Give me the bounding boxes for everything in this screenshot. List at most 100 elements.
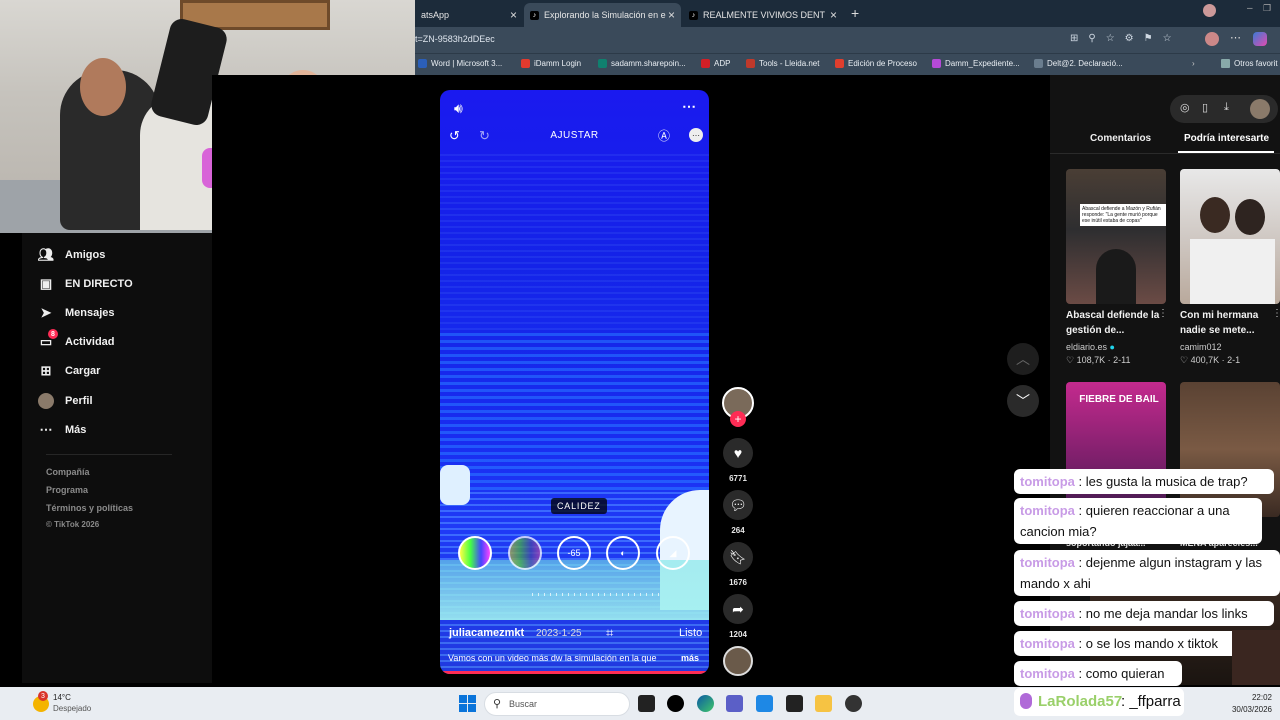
video-thumbnail[interactable]: FIEBRE DE BAIL <box>1066 382 1166 517</box>
store-icon[interactable] <box>756 695 773 712</box>
nav-en-directo[interactable]: ▣ EN DIRECTO <box>38 274 133 294</box>
windows-start-icon[interactable] <box>459 695 476 712</box>
follow-plus-icon[interactable]: + <box>730 411 746 427</box>
phone-icon[interactable]: ▯ <box>1202 101 1208 114</box>
inbox-icon: ▭ 8 <box>38 329 58 350</box>
nav-mas[interactable]: ⋯ Más <box>38 420 87 440</box>
drop-icon[interactable]: ◐ <box>606 536 640 570</box>
profile-avatar[interactable] <box>1203 4 1216 17</box>
task-view-icon[interactable] <box>638 695 655 712</box>
minimize-icon[interactable]: – <box>1247 3 1253 14</box>
video-player[interactable]: 🔊︎ ⋯ ↺ ↻ AJUSTAR Ⓐ ⋯ CALIDEZ -65 ◐ ◢ jul… <box>440 90 709 674</box>
partial-thumbnail <box>1232 630 1280 685</box>
contrast-icon[interactable]: ◢ <box>656 536 690 570</box>
nav-mensajes[interactable]: ➤ Mensajes <box>38 303 115 323</box>
teams-icon[interactable] <box>726 695 743 712</box>
obs-icon[interactable] <box>845 695 862 712</box>
url-field[interactable]: t=ZN-9583h2dDEec <box>415 34 495 44</box>
clock-time[interactable]: 22:02 <box>1236 693 1272 702</box>
chat-text: : _ffparra <box>1121 693 1181 710</box>
more-circle-icon[interactable]: ⋯ <box>689 128 703 142</box>
more-vertical-icon[interactable]: ⋮ <box>1272 308 1280 319</box>
card-author[interactable]: camim012 <box>1180 342 1222 352</box>
card-title[interactable]: Abascal defiende la gestión de... <box>1066 308 1162 338</box>
chat-message: tomitopa : o se los mando x tiktok <box>1014 631 1244 656</box>
comments-count: 264 <box>731 526 745 535</box>
compass-icon[interactable]: ◎ <box>1180 101 1190 114</box>
slider-ticks[interactable] <box>532 593 662 596</box>
progress-bar[interactable] <box>440 671 709 674</box>
card-author[interactable]: eldiario.es ● <box>1066 342 1115 352</box>
edge-icon[interactable] <box>697 695 714 712</box>
close-icon[interactable]: × <box>510 8 517 22</box>
tab-comentarios[interactable]: Comentarios <box>1090 133 1151 144</box>
author-name[interactable]: juliacamezmkt <box>449 627 524 639</box>
music-disc-icon[interactable] <box>723 646 753 676</box>
avatar[interactable] <box>1250 99 1270 119</box>
bookmark-edicion[interactable]: Edición de Proceso <box>835 59 917 68</box>
more-caption-link[interactable]: más <box>681 653 699 663</box>
app-icon[interactable] <box>786 695 803 712</box>
tab-realmente[interactable]: ♪ REALMENTE VIVIMOS DENTRO DE × <box>683 3 843 27</box>
new-tab-icon[interactable]: + <box>851 5 859 21</box>
filter-dial[interactable] <box>508 536 542 570</box>
avatar[interactable] <box>1205 32 1219 46</box>
panel-toolbar: ◎ ▯ ⤓ <box>1170 95 1278 123</box>
tab-whatsapp[interactable]: atsApp × <box>415 3 523 27</box>
bookmark-delta[interactable]: Delt@2. Declaració... <box>1034 59 1123 68</box>
edicion-icon <box>835 59 844 68</box>
tiktok-icon[interactable] <box>667 695 684 712</box>
clock-date[interactable]: 30/03/2026 <box>1222 705 1272 714</box>
close-icon[interactable]: × <box>830 8 837 22</box>
comment-icon[interactable]: 💬︎ <box>723 490 753 520</box>
done-button[interactable]: Listo <box>679 627 702 639</box>
bookmark-icon[interactable]: 🔖︎ <box>723 542 753 572</box>
warmth-dial[interactable]: -65 <box>557 536 591 570</box>
filter-dial[interactable] <box>458 536 492 570</box>
crop-icon[interactable]: ⌗ <box>606 625 613 641</box>
share-icon[interactable]: ➦ <box>723 594 753 624</box>
bookmark-word[interactable]: Word | Microsoft 3... <box>418 59 502 68</box>
taskbar-search[interactable]: ⚲ Buscar <box>484 692 630 716</box>
bookmark-adp[interactable]: ADP <box>701 59 730 68</box>
volume-icon[interactable]: 🔊︎ <box>454 100 463 117</box>
auto-icon[interactable]: Ⓐ <box>658 127 670 144</box>
video-thumbnail[interactable]: Abascal defiende a Mazón y Rufián respon… <box>1066 169 1166 304</box>
download-icon[interactable]: ⤓ <box>1224 101 1229 114</box>
tab-podria-interesarte[interactable]: Podría interesarte <box>1184 133 1269 144</box>
bookmark-otros[interactable]: Otros favorit <box>1221 59 1278 68</box>
nav-perfil[interactable]: Perfil <box>38 391 93 411</box>
more-options-icon[interactable]: ⋯ <box>682 98 696 115</box>
folder-icon[interactable] <box>815 695 832 712</box>
globe-icon <box>1034 59 1043 68</box>
tiktok-icon: ♪ <box>530 10 539 20</box>
heart-icon[interactable]: ♥ <box>723 438 753 468</box>
nav-cargar[interactable]: ⊞ Cargar <box>38 361 101 381</box>
more-dots-icon: ⋯ <box>39 422 53 437</box>
nav-actividad[interactable]: ▭ 8 Actividad <box>38 329 115 352</box>
video-thumbnail[interactable] <box>1180 169 1280 304</box>
more-icon[interactable]: ⋯ <box>1230 31 1241 44</box>
footer-terminos[interactable]: Términos y políticas <box>46 503 133 513</box>
close-icon[interactable]: × <box>668 8 675 22</box>
chevron-up-icon[interactable]: ︿ <box>1007 343 1039 375</box>
tab-explorando[interactable]: ♪ Explorando la Simulación en el Cie × <box>524 3 681 27</box>
chevron-right-icon[interactable]: › <box>1192 59 1195 68</box>
bookmark-tools[interactable]: Tools - Lleida.net <box>746 59 819 68</box>
chevron-down-icon[interactable]: ﹀ <box>1007 385 1039 417</box>
footer-compania[interactable]: Compañía <box>46 467 90 477</box>
copilot-icon[interactable] <box>1253 32 1267 46</box>
thumbnail-figure <box>1200 197 1230 233</box>
footer-programa[interactable]: Programa <box>46 485 88 495</box>
thumbnail-figure <box>1235 199 1265 235</box>
bookmark-idamm[interactable]: iDamm Login <box>521 59 581 68</box>
video-thumbnail[interactable] <box>1180 382 1280 517</box>
toolbar-icons[interactable]: ⊞⚲☆⚙⚑☆ <box>1070 33 1182 44</box>
more-vertical-icon[interactable]: ⋮ <box>1158 308 1168 319</box>
restore-icon[interactable]: ❐ <box>1263 3 1271 14</box>
bookmark-damm[interactable]: Damm_Expediente... <box>932 59 1020 68</box>
video-texture <box>440 330 709 490</box>
card-title[interactable]: Con mi hermana nadie se mete... <box>1180 308 1276 338</box>
nav-amigos[interactable]: 👥︎ Amigos <box>38 245 106 265</box>
bookmark-sharepoint[interactable]: sadamm.sharepoin... <box>598 59 686 68</box>
